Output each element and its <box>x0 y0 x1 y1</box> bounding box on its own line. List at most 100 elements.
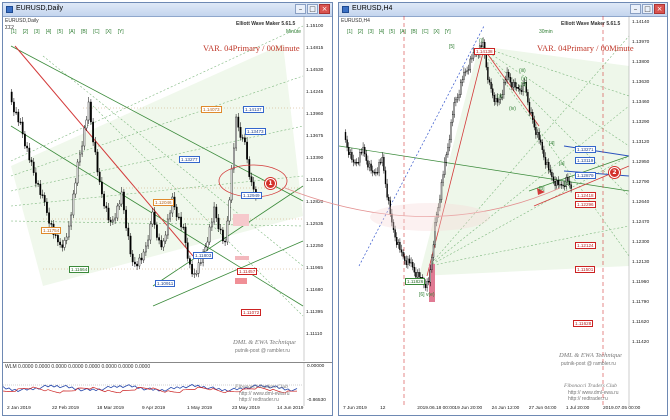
candle <box>175 206 178 218</box>
wave-letter[interactable]: [Y] <box>445 29 451 35</box>
wave-letter[interactable]: [4] <box>379 29 385 35</box>
candle <box>344 132 347 140</box>
wave-letter[interactable]: [5] <box>57 29 63 35</box>
candle <box>547 162 550 170</box>
right-window-controls: – □ × <box>630 4 665 15</box>
maximize-button[interactable]: □ <box>307 4 318 14</box>
candle <box>530 112 532 114</box>
price-axis-tick: 1.12300 <box>632 240 650 245</box>
wave-letter[interactable]: [C] <box>422 29 428 35</box>
candle <box>193 273 196 275</box>
candle <box>140 257 143 261</box>
wave-label: [a] <box>559 161 565 167</box>
left-main-chart[interactable]: EURUSD,Daily ΣΣ2 Elliott Wave Maker 5.61… <box>3 16 332 361</box>
candle <box>186 242 189 259</box>
candle <box>464 71 467 73</box>
candle <box>520 90 523 92</box>
wave-letter[interactable]: [1] <box>347 29 353 35</box>
candle <box>26 145 28 149</box>
wave-letter[interactable]: [A] <box>69 29 75 35</box>
candle <box>109 219 112 223</box>
marker-2[interactable]: 2 <box>609 167 620 178</box>
candle <box>448 139 451 148</box>
dml-email: putnik-post @ rambler.ru <box>561 361 616 367</box>
right-chart-svg <box>339 16 630 406</box>
left-window-titlebar[interactable]: EURUSD,Daily – □ × <box>3 3 332 17</box>
price-axis-tick: 1.13630 <box>632 80 650 85</box>
candle <box>226 220 229 243</box>
wave-letter[interactable]: [4] <box>46 29 52 35</box>
wave-letter[interactable]: [A] <box>400 29 406 35</box>
candle <box>213 206 215 223</box>
candle <box>487 67 489 80</box>
date-axis-tick: 18 Mar 2019 <box>97 406 124 411</box>
price-label: 1.11803 <box>193 252 214 259</box>
price-axis-tick: 1.11965 <box>306 266 323 271</box>
wave-letter[interactable]: [3] <box>368 29 374 35</box>
candle <box>147 239 149 247</box>
close-button[interactable]: × <box>319 4 330 14</box>
wave-letter[interactable]: [1] <box>11 29 17 35</box>
candle <box>239 127 242 138</box>
date-axis-tick: 14 Jun 2019 <box>277 406 304 411</box>
price-axis-tick: 1.12130 <box>632 260 650 265</box>
wave-letter[interactable]: [Y] <box>118 29 124 35</box>
date-axis-tick: 2019.07.05 00:00 <box>603 406 641 411</box>
candle <box>440 182 443 200</box>
candle <box>197 262 200 274</box>
subwindow-label: WLM 0.0000 0.0000 0.0000 0.0000 0.0000 0… <box>5 364 151 370</box>
candle <box>405 260 408 265</box>
wave-letter[interactable]: [X] <box>105 29 111 35</box>
minimize-button[interactable]: – <box>295 4 306 14</box>
minimize-button[interactable]: – <box>630 4 641 14</box>
close-button[interactable]: × <box>654 4 665 14</box>
wave-letter[interactable]: [C] <box>93 29 99 35</box>
candle <box>72 193 75 216</box>
candle <box>392 222 395 230</box>
candle <box>378 162 380 173</box>
candle <box>356 162 358 164</box>
candle <box>208 226 211 243</box>
candle <box>224 240 226 243</box>
wave-label: [3] <box>521 82 527 88</box>
right-window-titlebar[interactable]: EURUSD,H4 – □ × <box>339 3 667 17</box>
right-chart-window[interactable]: EURUSD,H4 – □ × EURUSD,H4 Elliott Wave M… <box>338 2 668 416</box>
candle <box>243 137 246 143</box>
candle <box>461 79 464 83</box>
left-wave-letters: [1] [2] [3] [4] [5] [A] [B] [C] [X] [Y] <box>11 29 124 35</box>
wave-letter[interactable]: [2] <box>23 29 29 35</box>
candle <box>116 205 119 219</box>
candle <box>538 132 540 140</box>
candle <box>485 54 488 68</box>
price-label: 1.11664 <box>69 266 90 273</box>
candle <box>114 217 117 221</box>
maximize-button[interactable]: □ <box>642 4 653 14</box>
price-axis-tick: 1.11110 <box>306 332 323 337</box>
wave-label: [c] <box>564 181 570 187</box>
wave-letter[interactable]: [5] <box>389 29 395 35</box>
candle <box>443 162 446 175</box>
candle <box>87 101 90 121</box>
wave-label: [4] <box>549 141 555 147</box>
candle <box>541 142 544 150</box>
right-chart-label: EURUSD,H4 <box>341 18 370 24</box>
right-main-chart[interactable]: EURUSD,H4 Elliott Wave Maker 5.61.5 30mi… <box>339 16 667 406</box>
wave-letter[interactable]: [B] <box>81 29 87 35</box>
price-axis-tick: 1.14815 <box>306 46 324 51</box>
candle <box>199 262 202 264</box>
price-label: 1.12296 <box>575 201 596 208</box>
wave-letter[interactable]: [X] <box>433 29 439 35</box>
wave-letter[interactable]: [3] <box>34 29 40 35</box>
candle <box>61 244 64 248</box>
candle <box>415 272 417 278</box>
candle <box>506 72 508 80</box>
marker-1[interactable]: 1 <box>265 178 276 189</box>
wave-letter[interactable]: [2] <box>358 29 364 35</box>
price-axis-tick: 1.13800 <box>632 60 650 65</box>
candle <box>12 101 15 113</box>
left-chart-window[interactable]: EURUSD,Daily – □ × EURUSD,Daily ΣΣ2 Elli… <box>2 2 333 416</box>
wave-letter[interactable]: [B] <box>411 29 417 35</box>
candle <box>442 174 444 183</box>
candle <box>252 181 255 190</box>
pink-zone-3 <box>235 256 249 260</box>
